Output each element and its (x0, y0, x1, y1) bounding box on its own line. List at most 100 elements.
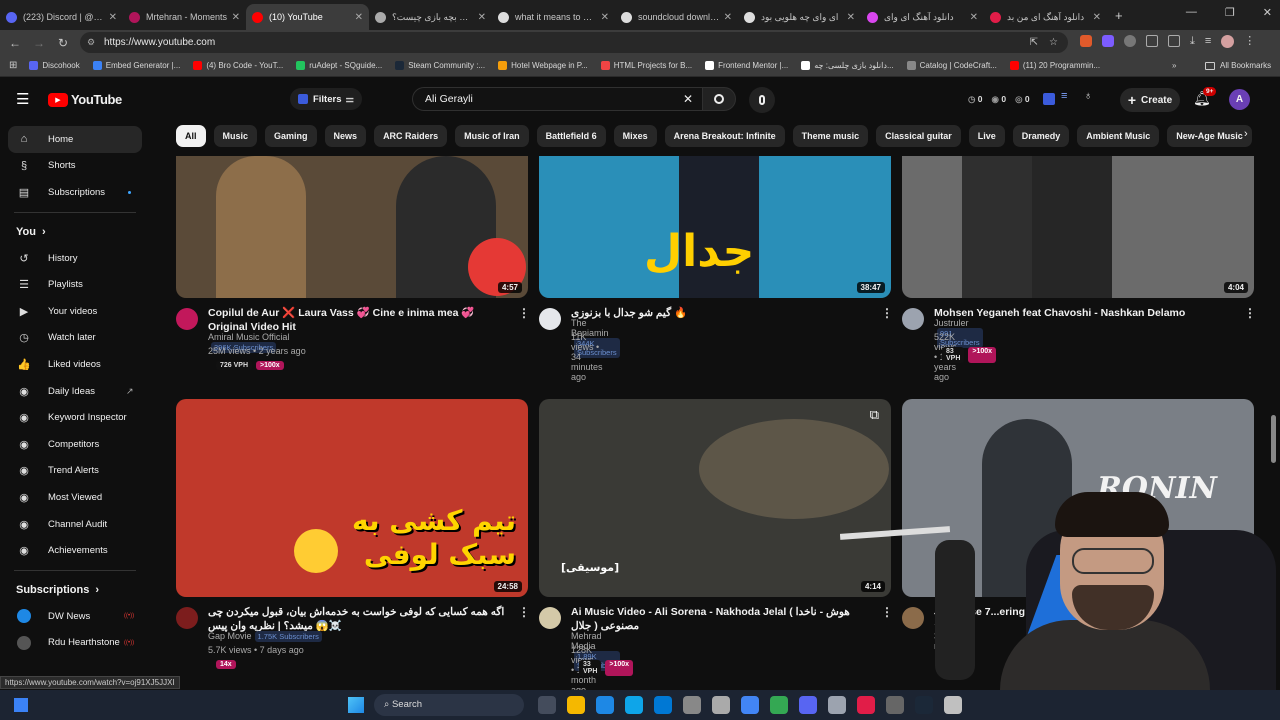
url-input[interactable]: ⚙ https://www.youtube.com ☆ ⇱ (80, 32, 1068, 53)
bookmark-item[interactable]: Discohook (29, 61, 80, 70)
taskbar-app-icon[interactable] (711, 696, 730, 714)
bookmark-item[interactable]: Catalog | CodeCraft... (906, 61, 997, 70)
install-app-icon[interactable]: ⇱ (1030, 32, 1038, 53)
bookmark-item[interactable]: Frontend Mentor |... (705, 61, 788, 70)
sidebar-item-achievements[interactable]: ◉ Achievements (0, 537, 150, 564)
extension-icon[interactable] (1080, 35, 1092, 47)
search-button[interactable] (702, 87, 736, 111)
video-thumbnail[interactable]: 4:57 (176, 156, 528, 298)
all-bookmarks[interactable]: All Bookmarks (1205, 61, 1271, 70)
profile-icon[interactable] (1221, 35, 1235, 48)
channel-name[interactable]: Amiral Music Official (208, 332, 289, 342)
you-header[interactable]: You › (0, 219, 150, 245)
channel-avatar[interactable] (176, 308, 198, 330)
video-thumbnail[interactable]: جدال 38:47 (539, 156, 891, 298)
browser-tab[interactable]: Mrtehran - Moments ✕ (123, 4, 246, 30)
video-title[interactable]: Ai Music Video - Ali Sorena - Nakhoda Je… (571, 605, 871, 633)
new-tab-button[interactable]: + (1115, 8, 1123, 23)
chip-classical-guitar[interactable]: Classical guitar (876, 125, 961, 147)
chip-ambient-music[interactable]: Ambient Music (1077, 125, 1160, 147)
chip-music-of-iran[interactable]: Music of Iran (455, 125, 529, 147)
channel-avatar[interactable] (539, 308, 561, 330)
sidebar-item-competitors[interactable]: ◉ Competitors (0, 431, 150, 458)
sidebar-item-history[interactable]: ↺ History (0, 245, 150, 272)
chip-all[interactable]: All (176, 125, 206, 147)
bookmark-item[interactable]: Steam Community :... (395, 61, 485, 70)
sidebar-item-channel-audit[interactable]: ◉ Channel Audit (0, 511, 150, 538)
chip-arena-breakout-infinite[interactable]: Arena Breakout: Infinite (664, 125, 785, 147)
sidebar-item-keyword-inspector[interactable]: ◉ Keyword Inspector (0, 404, 150, 431)
close-tab-icon[interactable]: ✕ (1093, 12, 1101, 23)
close-tab-icon[interactable]: ✕ (970, 12, 978, 23)
browser-tab[interactable]: (10) YouTube ✕ (246, 4, 369, 30)
back-icon[interactable]: ← (3, 36, 27, 50)
subscription-item[interactable]: Rdu Hearthstone ((•)) (0, 630, 150, 657)
close-tab-icon[interactable]: ✕ (601, 12, 609, 23)
reload-icon[interactable]: ↻ (51, 36, 75, 50)
bookmark-item[interactable]: HTML Projects for B... (600, 61, 692, 70)
browser-tab[interactable]: دانلود آهنگ ای من بد ✕ (984, 4, 1107, 30)
media-icon[interactable]: ≡ (1205, 35, 1211, 48)
subscription-item[interactable]: DW News ((•)) (0, 603, 150, 630)
video-thumbnail[interactable]: [موسیقی] ⧉ 4:14 (539, 399, 891, 597)
sidebar-item-shorts[interactable]: § Shorts (0, 153, 150, 180)
bookmark-item[interactable]: دانلود بازی چلسی: چه... (801, 61, 894, 70)
extension-icon[interactable] (1124, 35, 1136, 47)
subscriptions-header[interactable]: Subscriptions › (0, 577, 150, 603)
chips-next-icon[interactable]: › (1244, 128, 1248, 140)
taskbar-app-icon[interactable] (943, 696, 962, 714)
hamburger-menu-icon[interactable]: ☰ (16, 90, 29, 108)
page-scrollbar[interactable] (1271, 415, 1276, 463)
video-title[interactable]: اگه همه کسایی که لوفی خواست به خدمه‌اش ب… (208, 605, 508, 633)
bookmarks-overflow-icon[interactable]: » (1172, 61, 1176, 70)
close-tab-icon[interactable]: ✕ (232, 12, 240, 23)
youtube-logo[interactable]: ▶ YouTube (48, 92, 122, 107)
close-tab-icon[interactable]: ✕ (847, 12, 855, 23)
channel-name[interactable]: Justruler (934, 318, 969, 328)
filters-button[interactable]: Filters ⚌ (290, 88, 362, 110)
sidebar-item-playlists[interactable]: ☰ Playlists (0, 271, 150, 298)
chip-music[interactable]: Music (213, 125, 258, 147)
bookmark-item[interactable]: (11) 20 Programmin... (1009, 61, 1100, 70)
sidebar-item-watch-later[interactable]: ◷ Watch later (0, 325, 150, 352)
voice-search-button[interactable] (749, 87, 775, 113)
taskbar-app-icon[interactable] (740, 696, 759, 714)
extension-icon[interactable] (1102, 35, 1114, 47)
channel-name[interactable]: Gap Movie (208, 631, 252, 641)
taskbar-app-icon[interactable] (624, 696, 643, 714)
taskbar-app-icon[interactable] (856, 696, 875, 714)
chip-dramedy[interactable]: Dramedy (1012, 125, 1070, 147)
more-actions-icon[interactable]: ⋮ (1244, 306, 1256, 320)
taskbar-app-icon[interactable] (537, 696, 556, 714)
sidebar-item-liked-videos[interactable]: 👍 Liked videos (0, 351, 150, 378)
channel-avatar[interactable] (902, 308, 924, 330)
taskbar-app-icon[interactable] (914, 696, 933, 714)
chip-new-age-music[interactable]: New-Age Music (1167, 125, 1252, 147)
maximize-icon[interactable]: ❐ (1225, 6, 1235, 19)
close-window-icon[interactable]: ✕ (1263, 6, 1272, 19)
browser-tab[interactable]: ای وای چه هلویی بود ✕ (738, 4, 861, 30)
taskbar-app-icon[interactable] (653, 696, 672, 714)
forward-icon[interactable]: → (27, 36, 51, 50)
lightbulb-icon[interactable]: ♁ (1084, 90, 1092, 102)
taskbar-app-icon[interactable] (595, 696, 614, 714)
close-tab-icon[interactable]: ✕ (724, 12, 732, 23)
chip-mixes[interactable]: Mixes (613, 125, 657, 147)
sidebar-item-subscriptions[interactable]: ▤ Subscriptions (0, 179, 150, 206)
sidebar-item-your-videos[interactable]: ▶ Your videos (0, 298, 150, 325)
browser-tab[interactable]: what it means to be g ✕ (492, 4, 615, 30)
create-button[interactable]: + Create (1120, 88, 1180, 112)
show-desktop-icon[interactable] (14, 698, 28, 712)
chip-theme-music[interactable]: Theme music (792, 125, 869, 147)
chip-arc-raiders[interactable]: ARC Raiders (374, 125, 448, 147)
sidebar-item-home[interactable]: ⌂ Home (8, 126, 142, 153)
taskbar-search[interactable]: ⌕ Search (374, 694, 524, 716)
extension-icon[interactable] (1146, 35, 1158, 47)
browser-menu-icon[interactable]: ⋮ (1244, 35, 1255, 48)
chip-news[interactable]: News (324, 125, 367, 147)
taskbar-app-icon[interactable] (769, 696, 788, 714)
download-icon[interactable]: ⤓ (1190, 35, 1195, 48)
site-info-icon[interactable]: ⚙ (87, 32, 95, 53)
bookmark-item[interactable]: (4) Bro Code - YouT... (193, 61, 283, 70)
account-avatar[interactable]: A (1229, 89, 1250, 110)
